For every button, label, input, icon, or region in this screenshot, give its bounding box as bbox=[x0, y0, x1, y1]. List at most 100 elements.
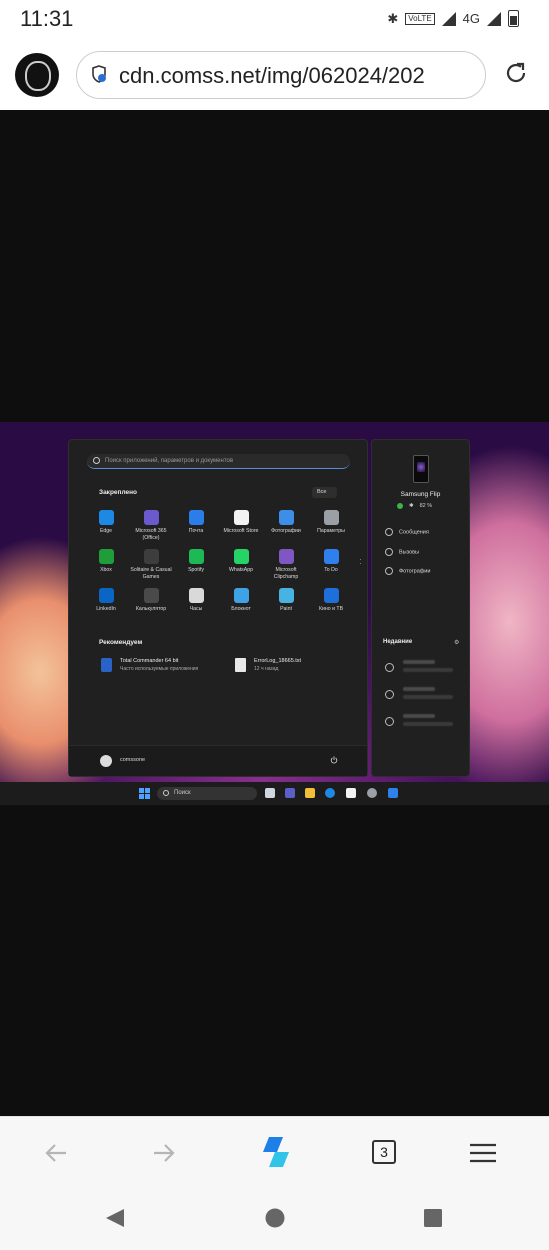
edge-icon[interactable] bbox=[325, 788, 335, 798]
recommended-item-subtitle: 12 ч назад bbox=[254, 666, 279, 672]
pinned-app[interactable]: Spotify bbox=[174, 549, 218, 574]
app-icon bbox=[188, 588, 204, 603]
pinned-app[interactable]: Solitaire & Casual Games bbox=[129, 549, 173, 580]
url-text[interactable]: cdn.comss.net/img/062024/202 bbox=[119, 63, 425, 89]
blurred-detail bbox=[403, 668, 453, 672]
app-label: Solitaire & Casual Games bbox=[130, 567, 172, 580]
pinned-app[interactable]: Почта bbox=[174, 510, 218, 535]
pinned-app[interactable]: To Do bbox=[309, 549, 353, 574]
calls-link[interactable]: Вызовы bbox=[385, 548, 419, 556]
start-search-input[interactable]: Поиск приложений, параметров и документо… bbox=[87, 454, 350, 469]
app-label: Фотографии bbox=[271, 528, 301, 534]
taskbar-search-label: Поиск bbox=[174, 790, 191, 796]
clock: 11:31 bbox=[20, 6, 74, 31]
app-label: Кино и ТВ bbox=[318, 606, 344, 612]
app-label: WhatsApp bbox=[229, 567, 253, 573]
messages-link[interactable]: Сообщения bbox=[385, 528, 429, 536]
pinned-app[interactable]: Microsoft 365 (Office) bbox=[129, 510, 173, 541]
file-explorer-icon[interactable] bbox=[305, 788, 315, 798]
messages-icon bbox=[385, 528, 393, 536]
app-label: Spotify bbox=[188, 567, 204, 573]
search-icon bbox=[93, 457, 100, 464]
address-bar[interactable]: cdn.comss.net/img/062024/202 bbox=[76, 51, 486, 99]
bluetooth-icon: ✱ bbox=[409, 503, 414, 509]
menu-hamburger-icon[interactable] bbox=[465, 1137, 501, 1169]
app-label: LinkedIn bbox=[96, 606, 116, 612]
pinned-app[interactable]: Блокнот bbox=[219, 588, 263, 613]
volte-badge: VoLTE bbox=[405, 12, 435, 25]
browser-toolbar: cdn.comss.net/img/062024/202 bbox=[0, 40, 549, 110]
app-label: Почта bbox=[188, 528, 204, 534]
image-viewer: Поиск приложений, параметров и документо… bbox=[0, 110, 549, 1116]
app-icon bbox=[188, 549, 204, 564]
recommended-item-subtitle: Часто используемые приложения bbox=[120, 666, 199, 672]
app-icon bbox=[278, 549, 294, 564]
app-label: Калькулятор bbox=[135, 606, 167, 612]
app-label: Параметры bbox=[317, 528, 345, 534]
store-icon[interactable] bbox=[346, 788, 356, 798]
recent-contact[interactable] bbox=[385, 660, 465, 676]
recommended-heading: Рекомендуем bbox=[99, 639, 143, 646]
back-arrow-icon[interactable] bbox=[38, 1137, 74, 1169]
pinned-app[interactable]: Xbox bbox=[84, 549, 128, 574]
photos-link[interactable]: Фотографии bbox=[385, 567, 430, 575]
power-icon[interactable] bbox=[330, 756, 338, 764]
windows-start-icon[interactable] bbox=[139, 788, 150, 799]
app-icon bbox=[278, 588, 294, 603]
system-home-icon[interactable] bbox=[264, 1207, 286, 1229]
pinned-app[interactable]: Калькулятор bbox=[129, 588, 173, 613]
pinned-app[interactable]: Microsoft Clipchamp bbox=[264, 549, 308, 580]
phone-link-panel: Samsung Flip ✱ 82 % Сообщения Вызовы Фот… bbox=[371, 439, 470, 777]
blurred-detail bbox=[403, 695, 453, 699]
connected-icon bbox=[397, 503, 403, 509]
app-icon bbox=[188, 510, 204, 525]
pinned-app[interactable]: Часы bbox=[174, 588, 218, 613]
reload-icon[interactable] bbox=[503, 60, 529, 86]
system-navigation-bar bbox=[0, 1188, 549, 1250]
site-logo-icon[interactable] bbox=[15, 53, 59, 97]
blurred-name bbox=[403, 714, 435, 718]
pinned-app[interactable]: LinkedIn bbox=[84, 588, 128, 613]
system-back-icon[interactable] bbox=[104, 1207, 126, 1229]
user-name[interactable]: comssone bbox=[120, 757, 145, 763]
secure-shield-icon[interactable] bbox=[91, 65, 107, 83]
status-icons: ✱ VoLTE 4G bbox=[387, 10, 519, 27]
pinned-heading: Закреплено bbox=[99, 489, 138, 496]
system-recents-icon[interactable] bbox=[422, 1207, 444, 1229]
app-icon bbox=[233, 510, 249, 525]
recent-contact[interactable] bbox=[385, 687, 465, 703]
recent-contact[interactable] bbox=[385, 714, 465, 730]
app-icon bbox=[143, 510, 159, 525]
app-icon bbox=[233, 549, 249, 564]
bluetooth-icon: ✱ bbox=[387, 10, 399, 26]
pinned-app[interactable]: Microsoft Store bbox=[219, 510, 263, 535]
browser-bottom-bar: 3 bbox=[0, 1116, 549, 1189]
pinned-app[interactable]: Paint bbox=[264, 588, 308, 613]
task-view-icon[interactable] bbox=[265, 788, 275, 798]
app-icon bbox=[98, 549, 114, 564]
app-icon bbox=[143, 588, 159, 603]
start-menu-footer: comssone bbox=[69, 745, 367, 776]
tabs-counter[interactable]: 3 bbox=[372, 1140, 396, 1164]
pinned-app[interactable]: Фотографии bbox=[264, 510, 308, 535]
pinned-app[interactable]: WhatsApp bbox=[219, 549, 263, 574]
photos-icon bbox=[385, 567, 393, 575]
teams-icon[interactable] bbox=[285, 788, 295, 798]
pinned-app[interactable]: Кино и ТВ bbox=[309, 588, 353, 613]
all-apps-button[interactable]: Все bbox=[312, 487, 337, 498]
copilot-icon[interactable] bbox=[255, 1131, 297, 1173]
pinned-app[interactable]: Параметры bbox=[309, 510, 353, 535]
app-label: Часы bbox=[189, 606, 203, 612]
more-pages-icon[interactable]: · · bbox=[359, 556, 362, 568]
blurred-name bbox=[403, 687, 435, 691]
settings-gear-icon[interactable]: ⚙ bbox=[454, 639, 459, 646]
settings-icon[interactable] bbox=[367, 788, 377, 798]
taskbar-search[interactable]: Поиск bbox=[157, 787, 257, 800]
phone-icon bbox=[385, 548, 393, 556]
forward-arrow-icon[interactable] bbox=[146, 1137, 182, 1169]
total-commander-icon bbox=[101, 658, 112, 672]
user-avatar[interactable] bbox=[100, 755, 112, 767]
pinned-app[interactable]: Edge bbox=[84, 510, 128, 535]
outlook-icon[interactable] bbox=[388, 788, 398, 798]
phone-image bbox=[413, 455, 429, 483]
